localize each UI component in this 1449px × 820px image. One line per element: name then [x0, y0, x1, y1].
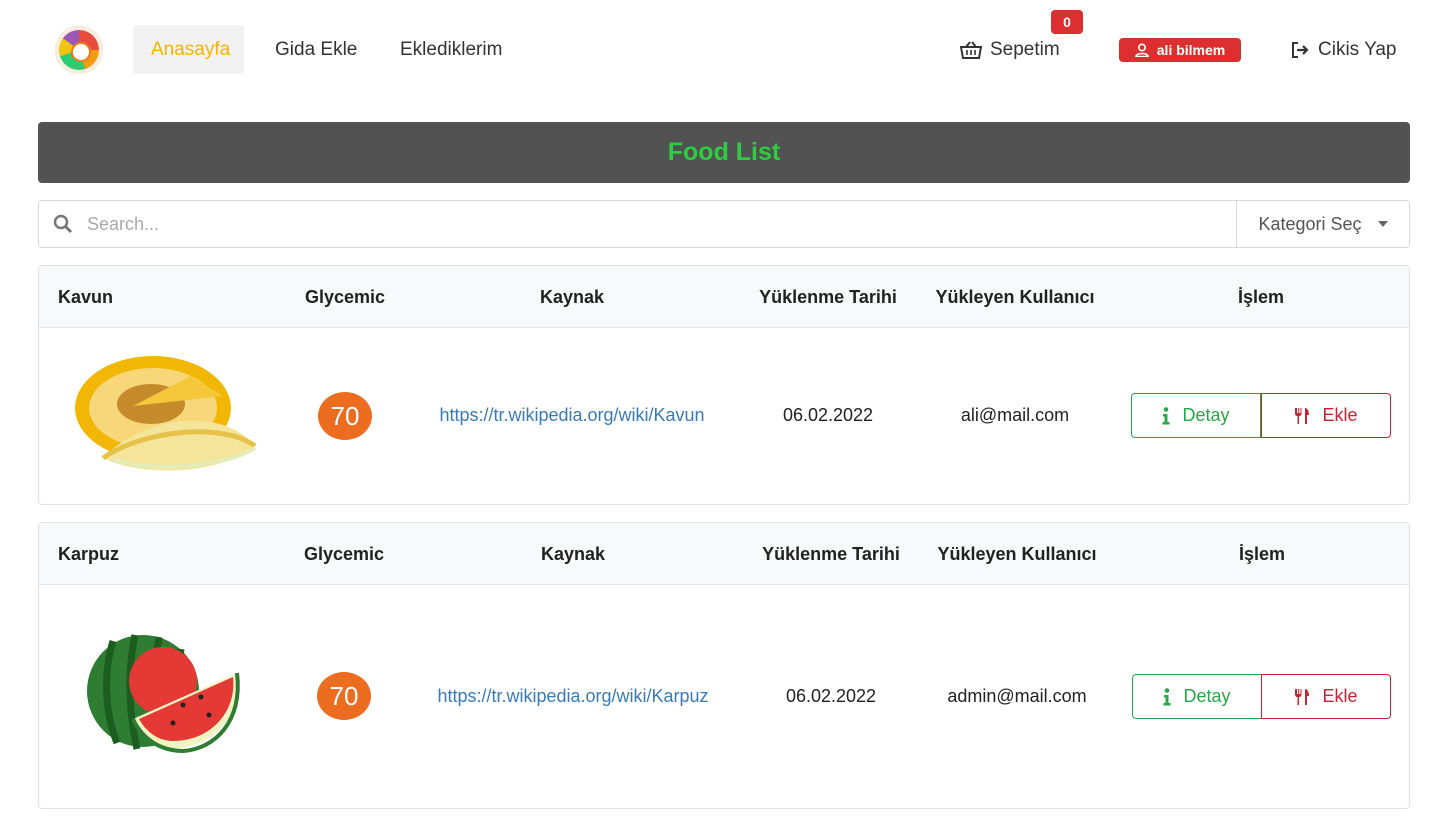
- cart-label: Sepetim: [990, 39, 1060, 60]
- cart-link[interactable]: Sepetim: [960, 25, 1060, 74]
- col-glycemic: Glycemic: [303, 544, 385, 564]
- food-card: Karpuz Glycemic Kaynak Yüklenme Tarihi Y…: [38, 522, 1410, 809]
- nav-add-food-link[interactable]: Gida Ekle: [257, 25, 375, 74]
- uploader-email: ali@mail.com: [960, 405, 1070, 425]
- detail-button-label: Detay: [1183, 686, 1231, 706]
- search-input[interactable]: [87, 201, 1236, 247]
- food-name: Kavun: [58, 287, 114, 307]
- app-logo[interactable]: [55, 26, 103, 74]
- glycemic-badge: 70: [318, 392, 372, 440]
- logout-label: Cikis Yap: [1318, 39, 1397, 60]
- col-source: Kaynak: [540, 544, 606, 564]
- user-badge[interactable]: ali bilmem: [1119, 38, 1241, 62]
- info-icon: [1163, 687, 1171, 705]
- cart-count-badge: 0: [1051, 10, 1083, 34]
- detail-button[interactable]: Detay: [1131, 393, 1261, 438]
- navbar: Anasayfa Gida Ekle Eklediklerim Sepetim …: [0, 0, 1449, 98]
- detail-button[interactable]: Detay: [1132, 674, 1262, 719]
- food-name: Karpuz: [58, 544, 120, 564]
- caret-down-icon: [1377, 221, 1388, 227]
- col-date: Yüklenme Tarihi: [762, 544, 900, 564]
- food-card: Kavun Glycemic Kaynak Yüklenme Tarihi Yü…: [38, 265, 1410, 505]
- category-select[interactable]: Kategori Seç: [1236, 201, 1409, 247]
- user-name: ali bilmem: [1156, 42, 1226, 58]
- food-card-body: 70 https://tr.wikipedia.org/wiki/Kavun 0…: [39, 328, 1409, 504]
- melon-image: [75, 356, 257, 471]
- category-select-label: Kategori Seç: [1258, 213, 1362, 234]
- upload-date: 06.02.2022: [782, 405, 874, 425]
- col-user: Yükleyen Kullanıcı: [937, 544, 1097, 564]
- info-icon: [1162, 406, 1170, 424]
- source-link[interactable]: https://tr.wikipedia.org/wiki/Kavun: [439, 405, 704, 426]
- utensils-icon: [1295, 407, 1310, 424]
- add-button-label: Ekle: [1322, 686, 1358, 706]
- col-action: İşlem: [1238, 544, 1286, 564]
- watermelon-image: [87, 634, 240, 754]
- basket-icon: [960, 40, 982, 59]
- search-icon: [39, 201, 87, 247]
- page-title: Food List: [38, 122, 1410, 183]
- add-to-cart-button[interactable]: Ekle: [1261, 674, 1391, 719]
- utensils-icon: [1295, 688, 1310, 705]
- add-button-label: Ekle: [1322, 405, 1358, 425]
- uploader-email: admin@mail.com: [947, 686, 1087, 706]
- search-bar: Kategori Seç: [38, 200, 1410, 248]
- sign-out-icon: [1292, 41, 1309, 58]
- col-source: Kaynak: [539, 287, 605, 307]
- col-action: İşlem: [1237, 287, 1285, 307]
- upload-date: 06.02.2022: [785, 686, 877, 706]
- col-user: Yükleyen Kullanıcı: [935, 287, 1095, 307]
- food-card-header: Kavun Glycemic Kaynak Yüklenme Tarihi Yü…: [39, 266, 1409, 328]
- food-card-body: 70 https://tr.wikipedia.org/wiki/Karpuz …: [39, 585, 1409, 808]
- source-link[interactable]: https://tr.wikipedia.org/wiki/Karpuz: [437, 686, 708, 707]
- nav-home-link[interactable]: Anasayfa: [133, 25, 244, 74]
- detail-button-label: Detay: [1182, 405, 1230, 425]
- user-icon: [1134, 43, 1149, 57]
- food-card-header: Karpuz Glycemic Kaynak Yüklenme Tarihi Y…: [39, 523, 1409, 585]
- glycemic-badge: 70: [317, 672, 371, 720]
- nav-my-items-link[interactable]: Eklediklerim: [382, 25, 520, 74]
- logout-link[interactable]: Cikis Yap: [1290, 25, 1397, 74]
- col-glycemic: Glycemic: [304, 287, 386, 307]
- add-to-cart-button[interactable]: Ekle: [1261, 393, 1391, 438]
- col-date: Yüklenme Tarihi: [759, 287, 897, 307]
